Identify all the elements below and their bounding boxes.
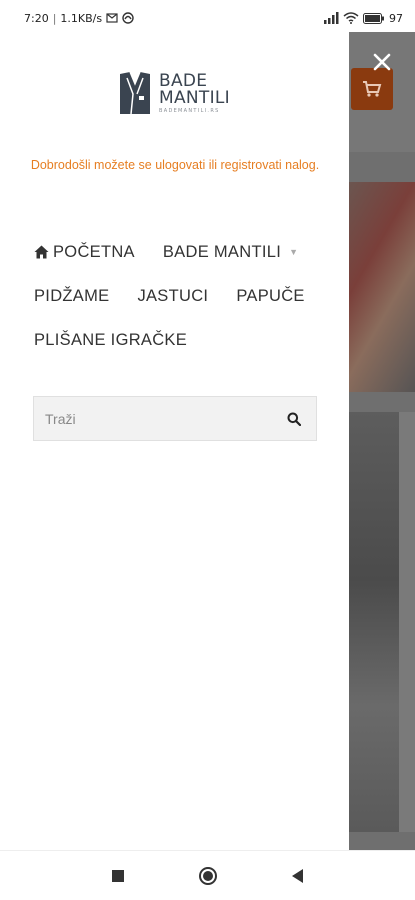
menu-item-pocetna[interactable]: POČETNA — [34, 243, 135, 262]
search-box — [33, 396, 317, 441]
cart-button[interactable] — [351, 68, 393, 110]
menu-row-2: PIDŽAME JASTUCI PAPUČE — [34, 274, 334, 318]
sync-icon — [122, 12, 134, 24]
close-icon — [373, 53, 391, 71]
logo-mark-icon — [120, 71, 150, 115]
logo-text: BADE MANTILI BADEMANTILI.RS — [159, 70, 230, 114]
menu-row-1: POČETNA BADE MANTILI ▼ — [34, 230, 334, 274]
back-button[interactable] — [288, 866, 308, 886]
status-right: 97 — [323, 12, 403, 25]
background-banner-image — [349, 182, 415, 392]
menu-item-pidzame[interactable]: PIDŽAME — [34, 287, 109, 306]
status-left: 7:20 | 1.1KB/s — [24, 12, 134, 25]
site-logo[interactable]: BADE MANTILI BADEMANTILI.RS — [117, 68, 237, 118]
side-menu-drawer: BADE MANTILI BADEMANTILI.RS Dobrodošli m… — [0, 32, 349, 850]
status-separator: | — [52, 11, 57, 25]
wifi-icon — [343, 12, 359, 24]
recent-apps-button[interactable] — [108, 866, 128, 886]
welcome-message[interactable]: Dobrodošli možete se ulogovati ili regis… — [30, 154, 320, 176]
logo-line-1: BADE — [159, 70, 208, 91]
close-menu-button[interactable] — [371, 52, 393, 74]
menu-item-bade-mantili[interactable]: BADE MANTILI ▼ — [163, 243, 298, 262]
status-bar: 7:20 | 1.1KB/s 97 — [0, 0, 415, 36]
menu-item-plisane-igracke[interactable]: PLIŠANE IGRAČKE — [34, 331, 187, 350]
mail-icon — [106, 13, 118, 23]
main-menu: POČETNA BADE MANTILI ▼ PIDŽAME JASTUCI P… — [34, 230, 334, 362]
menu-item-label: POČETNA — [53, 242, 135, 261]
background-scroll-area — [399, 412, 415, 832]
system-navigation-bar — [0, 850, 415, 900]
logo-subtitle: BADEMANTILI.RS — [159, 107, 220, 114]
battery-percent: 97 — [389, 11, 403, 25]
signal-icon — [324, 12, 339, 24]
menu-item-jastuci[interactable]: JASTUCI — [137, 287, 208, 306]
chevron-down-icon: ▼ — [289, 247, 299, 257]
home-icon — [34, 245, 49, 259]
menu-item-label: BADE MANTILI — [162, 242, 282, 261]
search-input[interactable] — [34, 397, 272, 440]
background-page-overlay[interactable] — [349, 32, 415, 850]
status-time: 7:20 — [24, 11, 49, 25]
search-button[interactable] — [272, 397, 316, 440]
battery-icon — [363, 12, 384, 24]
network-speed: 1.1KB/s — [60, 11, 103, 25]
circle-icon — [198, 866, 217, 885]
search-icon — [287, 412, 301, 426]
back-triangle-icon — [291, 868, 303, 883]
home-button[interactable] — [198, 866, 218, 886]
menu-item-papuce[interactable]: PAPUČE — [236, 287, 304, 306]
menu-row-3: PLIŠANE IGRAČKE — [34, 318, 334, 362]
logo-line-2: MANTILI — [159, 87, 230, 108]
square-icon — [111, 869, 124, 882]
cart-icon — [363, 81, 382, 97]
